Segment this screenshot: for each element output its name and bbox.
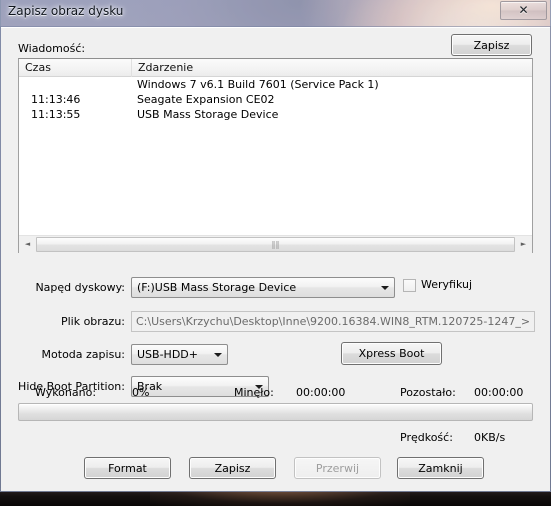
chevron-down-icon [381, 286, 389, 290]
window-title: Zapisz obraz dysku [8, 4, 124, 18]
table-row[interactable]: Windows 7 v6.1 Build 7601 (Service Pack … [19, 78, 532, 93]
column-header-czas[interactable]: Czas [19, 59, 132, 77]
write-method-label: Motoda zapisu: [41, 348, 125, 361]
scrollbar-thumb[interactable]: ‖‖ [36, 236, 515, 252]
elapsed-label: Minęło: [234, 386, 274, 399]
scrollbar-track[interactable]: ‖‖ [36, 235, 515, 253]
drive-label: Napęd dyskowy: [35, 281, 125, 294]
close-dialog-button[interactable]: Zamknij [397, 457, 484, 479]
cell-time: 11:13:55 [31, 108, 81, 121]
scroll-right-icon[interactable]: ► [515, 235, 532, 253]
window-titlebar[interactable]: Zapisz obraz dysku ✕ [0, 0, 551, 27]
cell-event: Windows 7 v6.1 Build 7601 (Service Pack … [137, 78, 379, 91]
cell-event: USB Mass Storage Device [137, 108, 279, 121]
message-label: Wiadomość: [18, 42, 86, 55]
done-label: Wykonano: [35, 386, 97, 399]
checkbox-box[interactable] [403, 279, 416, 292]
speed-value: 0KB/s [474, 431, 506, 444]
verify-checkbox-label: Weryfikuj [421, 278, 473, 291]
save-log-button[interactable]: Zapisz [451, 34, 532, 56]
disk-image-write-dialog: Zapisz obraz dysku ✕ Wiadomość: Zapisz C… [0, 0, 551, 492]
write-button[interactable]: Zapisz [189, 457, 276, 479]
close-icon: ✕ [518, 3, 529, 17]
image-file-input[interactable]: C:\Users\Krzychu\Desktop\Inne\9200.16384… [131, 311, 535, 332]
speed-label: Prędkość: [400, 431, 453, 444]
image-file-label: Plik obrazu: [60, 315, 125, 328]
xpress-boot-button[interactable]: Xpress Boot [341, 342, 442, 365]
done-value: 0% [132, 386, 150, 399]
cell-event: Seagate Expansion CE02 [137, 93, 275, 106]
listview-horizontal-scrollbar[interactable]: ◄ ‖‖ ► [19, 235, 532, 253]
abort-button: Przerwij [294, 457, 381, 479]
listview-rows: Windows 7 v6.1 Build 7601 (Service Pack … [19, 78, 532, 233]
event-log-listview[interactable]: Czas Zdarzenie Windows 7 v6.1 Build 7601… [18, 58, 533, 253]
write-method-select[interactable]: USB-HDD+ [131, 344, 228, 365]
progress-bar [18, 403, 533, 421]
table-row[interactable]: 11:13:46 Seagate Expansion CE02 [19, 93, 532, 108]
remaining-value: 00:00:00 [474, 386, 524, 399]
format-button[interactable]: Format [84, 457, 171, 479]
elapsed-value: 00:00:00 [296, 386, 346, 399]
dialog-client-area: Wiadomość: Zapisz Czas Zdarzenie Windows… [1, 27, 550, 491]
listview-header: Czas Zdarzenie [19, 59, 532, 77]
image-file-value: C:\Users\Krzychu\Desktop\Inne\9200.16384… [136, 315, 531, 328]
column-header-zdarzenie[interactable]: Zdarzenie [132, 59, 532, 77]
close-button[interactable]: ✕ [500, 1, 547, 20]
scroll-left-icon[interactable]: ◄ [19, 235, 36, 253]
remaining-label: Pozostało: [400, 386, 456, 399]
write-method-value: USB-HDD+ [137, 348, 198, 361]
drive-select[interactable]: (F:)USB Mass Storage Device [131, 277, 395, 298]
cell-time: 11:13:46 [31, 93, 81, 106]
scrollbar-grip-icon: ‖‖ [271, 239, 280, 249]
drive-select-value: (F:)USB Mass Storage Device [137, 281, 297, 294]
table-row[interactable]: 11:13:55 USB Mass Storage Device [19, 108, 532, 123]
chevron-down-icon [214, 353, 222, 357]
